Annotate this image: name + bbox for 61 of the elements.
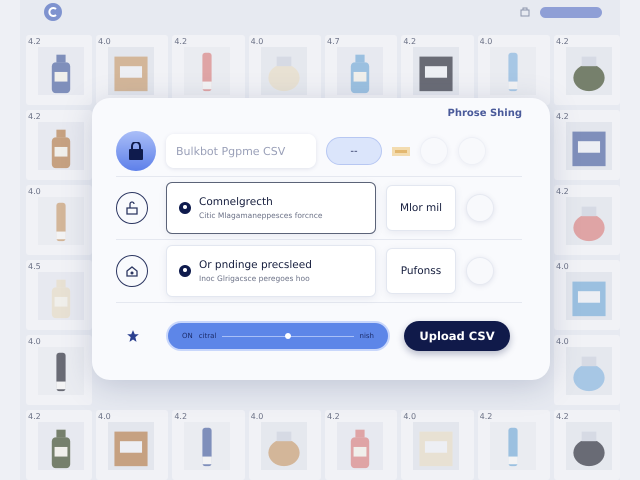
rating: 4.0 [250,412,264,422]
rating: 4.0 [403,412,418,422]
option-button[interactable]: Mlor mil [386,185,456,231]
rating: 4.0 [480,37,494,47]
product-card[interactable]: 4.0 [554,335,620,405]
rating: 4.2 [28,412,42,422]
option-title: Comnelgrecth [199,196,274,208]
product-card[interactable]: 4.2 [554,410,620,480]
product-card[interactable]: 4.5 [26,260,92,330]
rating: 4.2 [174,412,188,422]
rating: 4.2 [28,112,42,122]
product-card[interactable]: 4.0 [554,260,620,330]
tag-icon [392,146,410,156]
product-card[interactable]: 4.2 [26,35,92,105]
star-icon [126,329,140,343]
rating: 4.2 [556,112,570,122]
product-card[interactable]: 4.2 [554,35,620,105]
rating: 4.0 [98,412,112,422]
rating: 4.2 [480,412,494,422]
logo-icon [44,3,62,22]
product-card[interactable]: 4.2 [325,410,398,480]
product-card[interactable]: 4.2 [478,410,550,480]
pin-icon [179,202,191,214]
rating: 4.0 [556,262,570,272]
rating: 4.2 [327,412,341,422]
status-pill: -- [326,137,382,165]
rating: 4.2 [556,37,570,47]
upload-button[interactable]: Upload CSV [404,321,510,351]
rating: 4.2 [556,412,570,422]
product-card[interactable]: 4.0 [26,335,92,405]
product-card[interactable]: 4.2 [26,110,92,180]
product-card[interactable]: 4.0 [478,35,550,105]
rating: 4.5 [28,262,42,272]
rating: 4.0 [250,37,264,47]
rating: 4.2 [174,37,188,47]
header-button[interactable] [540,6,602,18]
product-card[interactable]: 4.0 [96,410,168,480]
product-card[interactable]: 4.0 [26,185,92,255]
product-card[interactable]: 4.0 [248,410,321,480]
product-card[interactable]: 4.0 [96,35,168,105]
option-title: Or pndinge precsleed [199,259,312,271]
slider-thumb[interactable] [284,332,291,338]
rating: 4.0 [28,187,42,197]
rating: 4.0 [98,37,112,47]
file-name-field[interactable]: Bulkbot Pgpme CSV [166,134,316,168]
rating: 4.2 [28,37,42,47]
link[interactable]: Phrose Shing [448,108,522,126]
product-card[interactable]: 4.0 [401,410,474,480]
rating: 4.7 [327,37,341,47]
product-card[interactable]: 4.2 [26,410,92,480]
option-button[interactable]: Pufonss [386,248,456,294]
house-icon [116,255,148,287]
product-card[interactable]: 4.2 [172,410,245,480]
pin-icon [179,265,191,277]
lock-icon [116,131,156,171]
product-card[interactable]: 4.2 [554,110,620,180]
rating: 4.0 [28,337,42,347]
rating: 4.2 [403,37,418,47]
rating: 4.2 [556,187,570,197]
rating: 4.0 [556,337,570,347]
product-card[interactable]: 4.2 [554,185,620,255]
